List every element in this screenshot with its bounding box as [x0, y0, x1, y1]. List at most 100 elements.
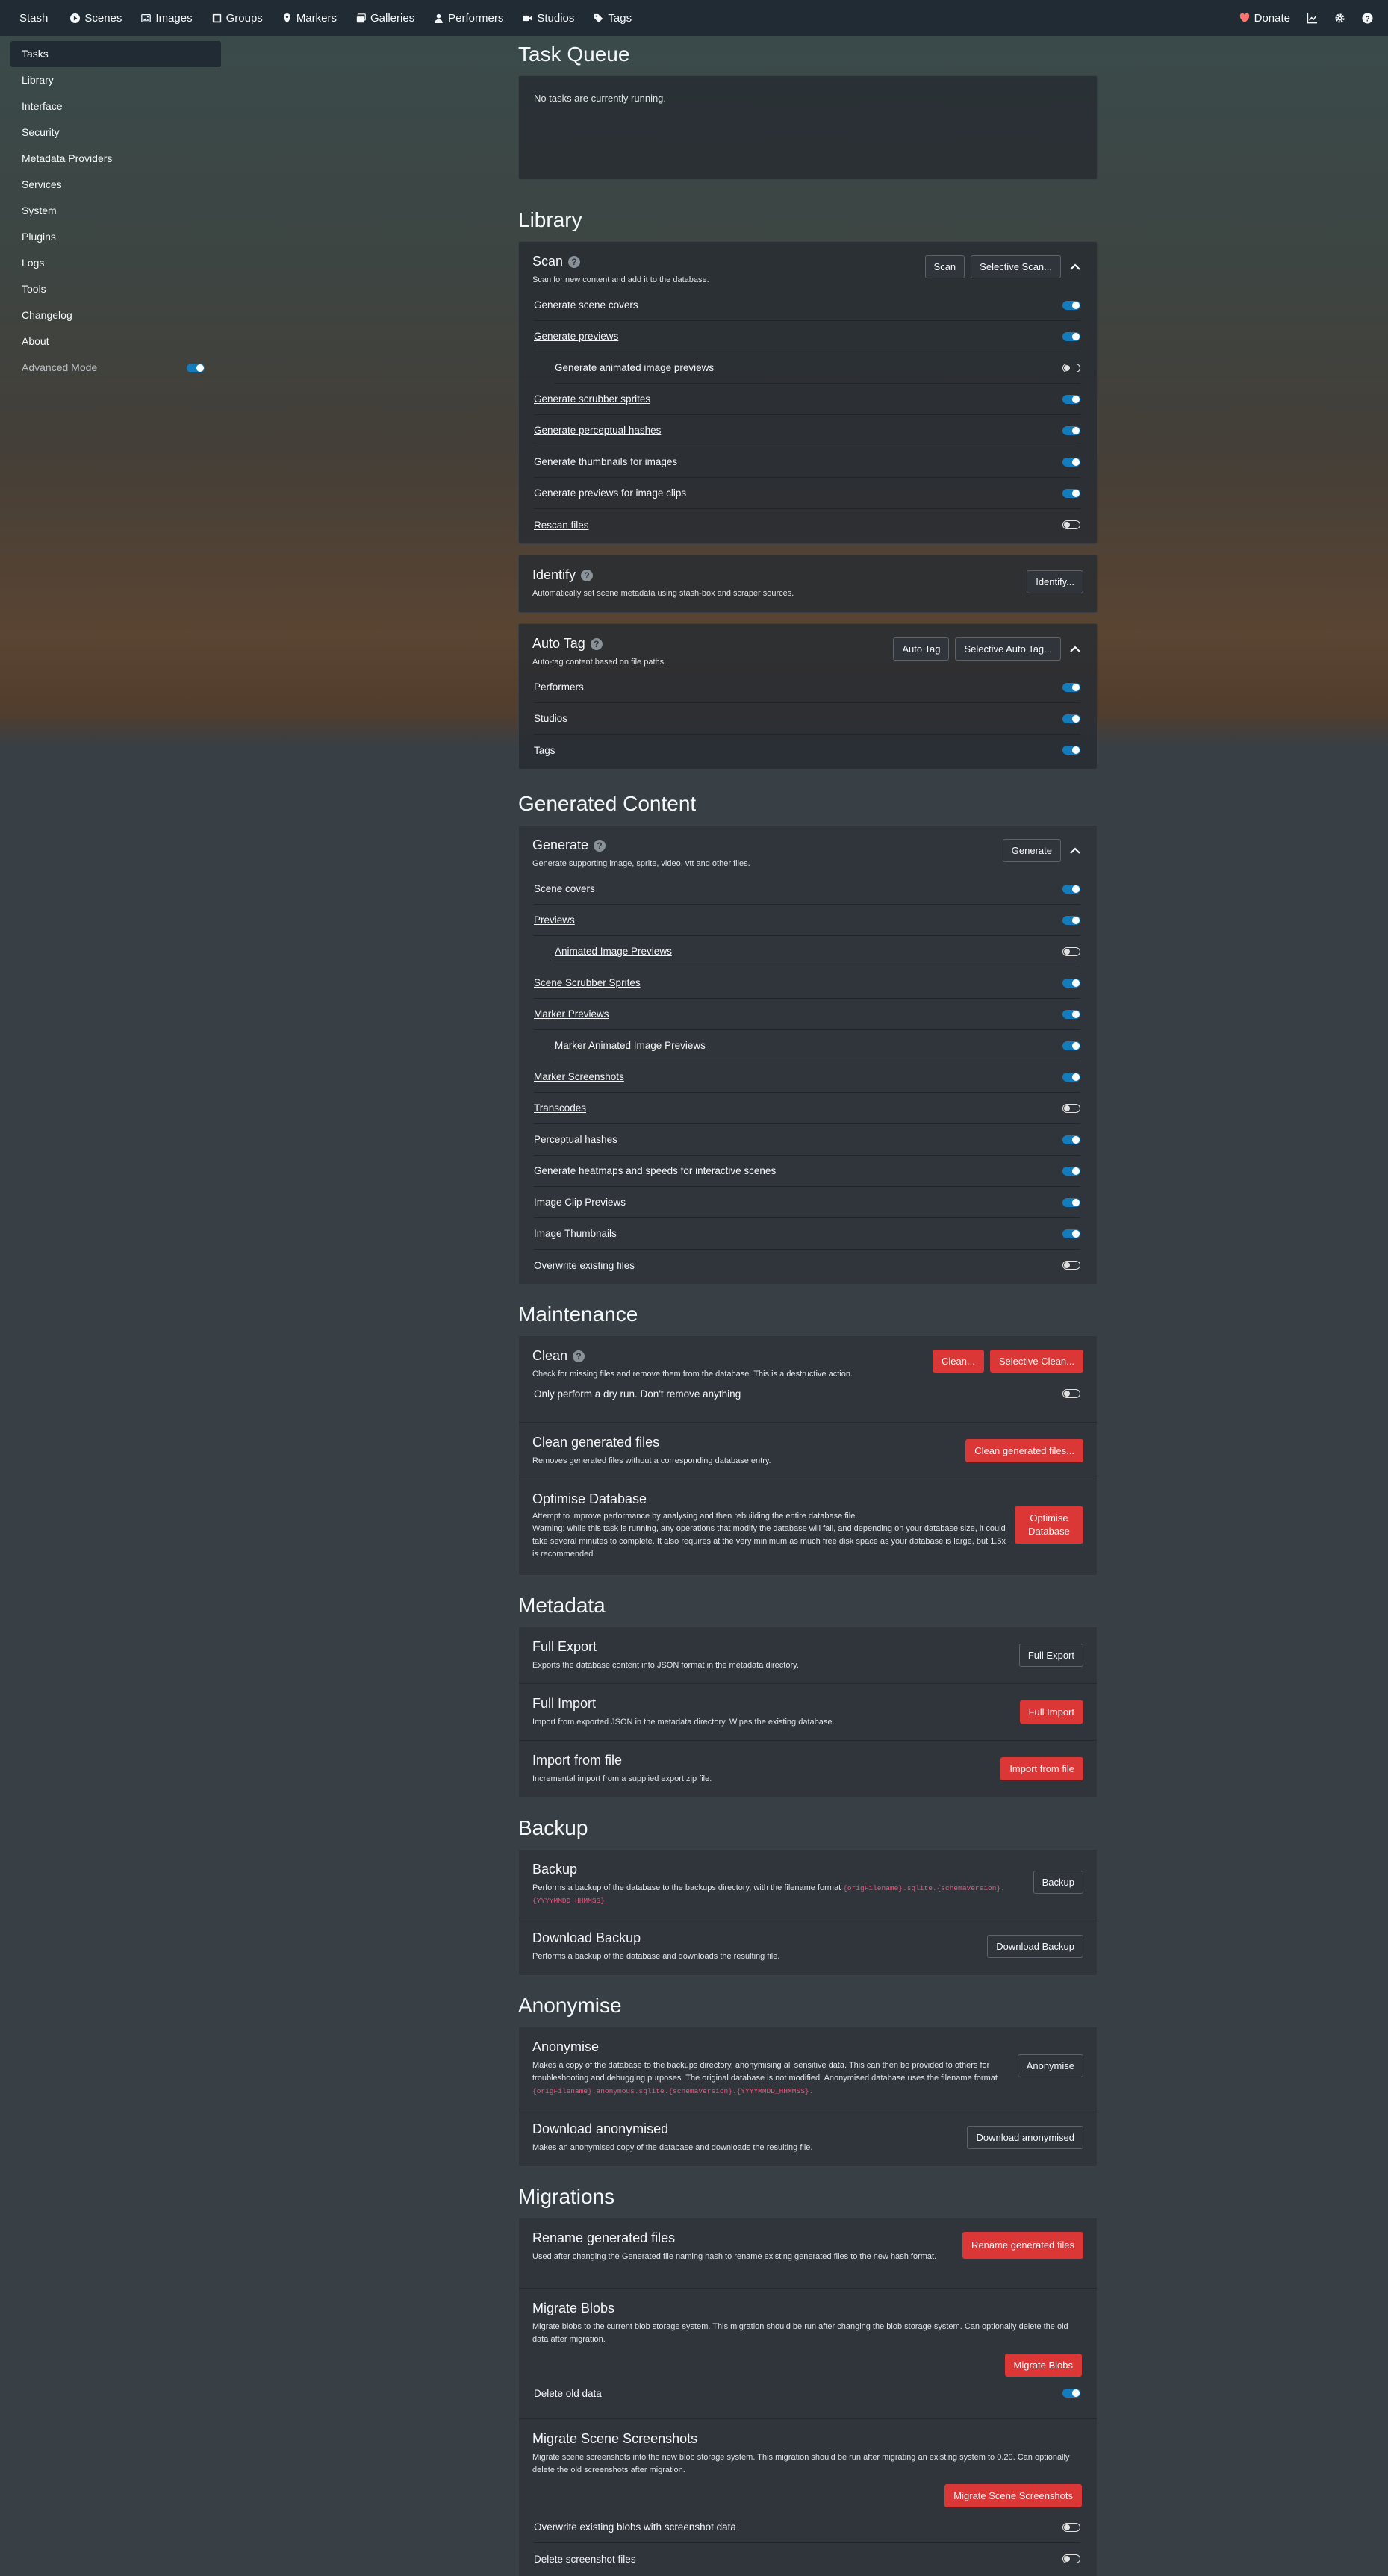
option-toggle[interactable]	[1062, 425, 1080, 435]
migrate-blobs-button[interactable]: Migrate Blobs	[1004, 2354, 1082, 2377]
download-backup-button[interactable]: Download Backup	[987, 1935, 1083, 1958]
nav-galleries[interactable]: Galleries	[356, 12, 414, 25]
chart-icon[interactable]	[1307, 13, 1318, 24]
help-icon[interactable]: ?	[590, 637, 603, 650]
image-icon	[141, 13, 152, 22]
scan-setting: Scan? Scan for new content and add it to…	[519, 242, 1097, 290]
option-toggle[interactable]	[1062, 1072, 1080, 1082]
option-toggle[interactable]	[1062, 682, 1080, 692]
tasks-main: Task Queue No tasks are currently runnin…	[518, 41, 1098, 2576]
anonymise-button[interactable]: Anonymise	[1017, 2054, 1083, 2077]
clean-setting: Clean? Check for missing files and remov…	[519, 1336, 1097, 1423]
help-icon[interactable]: ?	[1362, 12, 1373, 24]
option-toggle[interactable]	[1062, 488, 1080, 498]
option-row: Scene covers	[534, 873, 1080, 905]
optimise-desc: Attempt to improve performance by analys…	[532, 1510, 1010, 1561]
option-toggle[interactable]	[1062, 1229, 1080, 1238]
nav-markers[interactable]: Markers	[282, 12, 337, 25]
nav-scenes[interactable]: Scenes	[70, 12, 122, 25]
sidebar-item-plugins[interactable]: Plugins	[10, 224, 221, 250]
migrate-screenshots-button[interactable]: Migrate Scene Screenshots	[944, 2484, 1082, 2507]
generate-button[interactable]: Generate	[1002, 839, 1061, 862]
help-icon[interactable]: ?	[568, 255, 581, 268]
dry-run-label: Only perform a dry run. Don't remove any…	[534, 1388, 741, 1400]
rename-generated-desc: Used after changing the Generated file n…	[532, 2252, 937, 2261]
option-row: Generate animated image previews	[555, 352, 1080, 384]
option-toggle[interactable]	[1062, 1261, 1080, 1270]
delete-screenshots-toggle[interactable]	[1062, 2554, 1080, 2563]
download-anonymised-button[interactable]: Download anonymised	[967, 2126, 1083, 2149]
optimise-button[interactable]: Optimise Database	[1015, 1506, 1083, 1544]
import-file-button[interactable]: Import from file	[1000, 1757, 1083, 1780]
option-toggle[interactable]	[1062, 884, 1080, 894]
donate-button[interactable]: Donate	[1239, 12, 1290, 25]
clean-button[interactable]: Clean...	[933, 1350, 984, 1373]
option-toggle[interactable]	[1062, 915, 1080, 925]
nav-performers[interactable]: Performers	[434, 12, 503, 25]
nav-label: Performers	[448, 11, 504, 25]
sidebar-item-changelog[interactable]: Changelog	[10, 302, 221, 328]
option-toggle[interactable]	[1062, 1135, 1080, 1144]
sidebar-item-library[interactable]: Library	[10, 67, 221, 93]
dry-run-toggle[interactable]	[1062, 1389, 1080, 1398]
advanced-mode-toggle[interactable]	[187, 363, 205, 372]
chevron-up-icon[interactable]	[1067, 843, 1083, 859]
selective-scan-button[interactable]: Selective Scan...	[971, 255, 1061, 278]
option-toggle[interactable]	[1062, 300, 1080, 310]
selective-autotag-button[interactable]: Selective Auto Tag...	[955, 637, 1061, 661]
option-toggle[interactable]	[1062, 1103, 1080, 1113]
sidebar-item-interface[interactable]: Interface	[10, 93, 221, 119]
nav-tags[interactable]: Tags	[594, 12, 632, 25]
overwrite-blobs-option: Overwrite existing blobs with screenshot…	[534, 2512, 1080, 2543]
sidebar-item-tasks[interactable]: Tasks	[10, 41, 221, 67]
overwrite-blobs-toggle[interactable]	[1062, 2522, 1080, 2532]
option-label: Scene covers	[534, 883, 595, 894]
option-toggle[interactable]	[1062, 978, 1080, 988]
help-icon[interactable]: ?	[573, 1350, 585, 1362]
help-icon[interactable]: ?	[594, 839, 606, 852]
clean-generated-button[interactable]: Clean generated files...	[965, 1439, 1083, 1462]
full-import-button[interactable]: Full Import	[1019, 1700, 1083, 1724]
option-toggle[interactable]	[1062, 394, 1080, 404]
generate-title: Generate	[532, 838, 589, 852]
option-toggle[interactable]	[1062, 714, 1080, 723]
sidebar-item-about[interactable]: About	[10, 328, 221, 355]
sidebar-item-security[interactable]: Security	[10, 119, 221, 146]
option-toggle[interactable]	[1062, 520, 1080, 529]
anonymise-filename-format: {origFilename}.anonymous.sqlite.{schemaV…	[532, 2087, 814, 2095]
brand-link[interactable]: Stash	[19, 12, 48, 25]
option-toggle[interactable]	[1062, 1009, 1080, 1019]
nav-groups[interactable]: Groups	[212, 12, 263, 25]
gear-icon[interactable]	[1334, 13, 1345, 24]
sidebar-item-system[interactable]: System	[10, 198, 221, 224]
autotag-button[interactable]: Auto Tag	[893, 637, 950, 661]
option-toggle[interactable]	[1062, 1041, 1080, 1050]
chevron-up-icon[interactable]	[1067, 641, 1083, 658]
option-toggle[interactable]	[1062, 457, 1080, 467]
option-label: Generate animated image previews	[555, 362, 715, 373]
sidebar-item-logs[interactable]: Logs	[10, 250, 221, 276]
rename-generated-button[interactable]: Rename generated files	[962, 2232, 1083, 2259]
full-export-button[interactable]: Full Export	[1018, 1644, 1083, 1667]
option-toggle[interactable]	[1062, 363, 1080, 372]
sidebar-item-metadata-providers[interactable]: Metadata Providers	[10, 146, 221, 172]
identify-button[interactable]: Identify...	[1027, 570, 1083, 593]
nav-studios[interactable]: Studios	[523, 12, 574, 25]
delete-old-data-toggle[interactable]	[1062, 2389, 1080, 2398]
generate-options: Scene covers Previews Animated Image Previ…	[519, 873, 1097, 1281]
chevron-up-icon[interactable]	[1067, 259, 1083, 275]
sidebar-item-tools[interactable]: Tools	[10, 276, 221, 302]
option-toggle[interactable]	[1062, 331, 1080, 341]
clean-generated-title: Clean generated files	[532, 1435, 660, 1450]
option-label: Tags	[534, 744, 555, 756]
sidebar-item-services[interactable]: Services	[10, 172, 221, 198]
nav-images[interactable]: Images	[141, 12, 193, 25]
scan-button[interactable]: Scan	[924, 255, 965, 278]
backup-button[interactable]: Backup	[1033, 1871, 1083, 1894]
option-toggle[interactable]	[1062, 746, 1080, 755]
option-toggle[interactable]	[1062, 1197, 1080, 1207]
selective-clean-button[interactable]: Selective Clean...	[989, 1350, 1083, 1373]
option-toggle[interactable]	[1062, 1166, 1080, 1176]
option-toggle[interactable]	[1062, 946, 1080, 956]
help-icon[interactable]: ?	[581, 569, 594, 581]
